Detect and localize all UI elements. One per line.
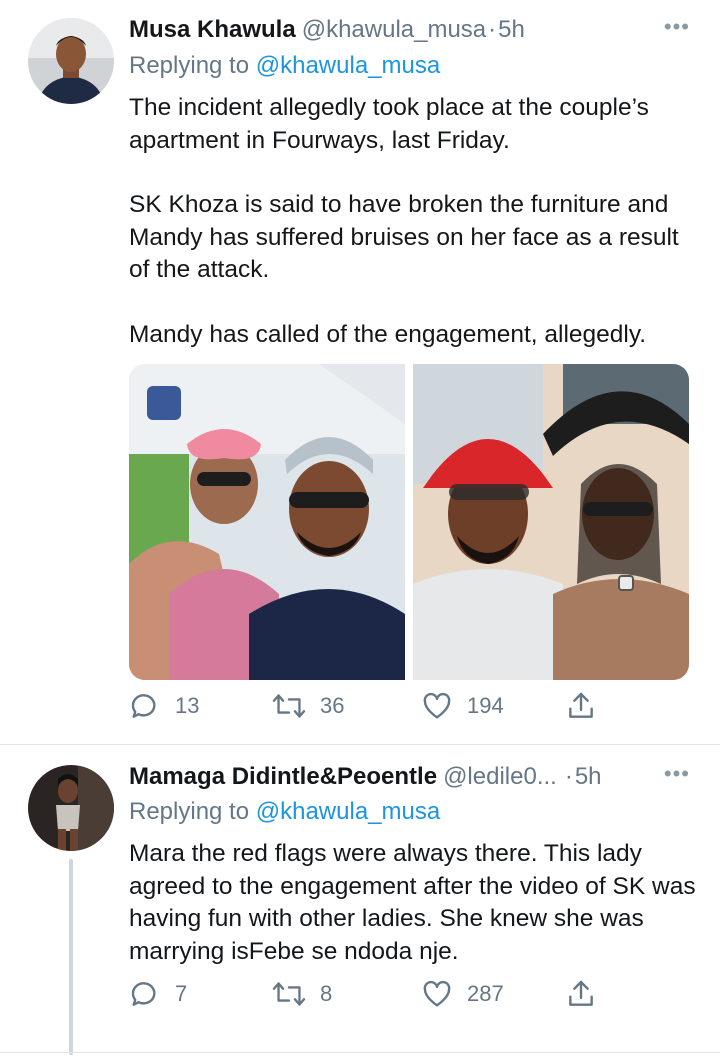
retweet-button[interactable]: 8 <box>272 978 332 1010</box>
replying-to-link[interactable]: @khawula_musa <box>256 52 440 79</box>
tweet[interactable]: Mamaga Didintle&Peoentle @ledile0... · 5… <box>0 745 720 1064</box>
tweet-paragraph: Mara the red flags were always there. Th… <box>129 840 696 965</box>
like-button[interactable]: 194 <box>421 690 504 722</box>
timestamp[interactable]: 5h <box>575 761 602 793</box>
avatar[interactable] <box>28 765 114 851</box>
tweet-header: Mamaga Didintle&Peoentle @ledile0... · 5… <box>129 761 602 793</box>
like-count: 194 <box>467 693 504 718</box>
reply-icon <box>129 978 161 1010</box>
retweet-button[interactable]: 36 <box>272 690 344 722</box>
reply-button[interactable]: 13 <box>129 690 199 722</box>
replying-to-label: Replying to <box>129 52 250 79</box>
tweet-divider <box>0 1052 720 1053</box>
like-button[interactable]: 287 <box>421 978 504 1010</box>
reply-count: 13 <box>175 693 200 718</box>
tweet-actions: 13 36 194 <box>129 690 609 730</box>
retweet-icon <box>272 690 306 722</box>
replying-to: Replying to @khawula_musa <box>129 796 440 828</box>
tweet[interactable]: Musa Khawula @khawula_musa · 5h ••• Repl… <box>0 0 720 744</box>
more-options-icon[interactable]: ••• <box>664 761 690 787</box>
tweet-paragraph: The incident allegedly took place at the… <box>129 94 649 154</box>
tweet-text: Mara the red flags were always there. Th… <box>129 838 699 968</box>
thread-line <box>69 859 73 1055</box>
more-options-icon[interactable]: ••• <box>664 14 690 40</box>
replying-to-link[interactable]: @khawula_musa <box>256 798 440 825</box>
tweet-paragraph: SK Khoza is said to have broken the furn… <box>129 191 679 283</box>
user-handle[interactable]: @ledile0... <box>443 761 557 793</box>
reply-button[interactable]: 7 <box>129 978 187 1010</box>
replying-to-label: Replying to <box>129 798 250 825</box>
replying-to: Replying to @khawula_musa <box>129 50 440 82</box>
reply-count: 7 <box>175 981 188 1006</box>
user-handle[interactable]: @khawula_musa <box>302 14 486 46</box>
share-button[interactable] <box>565 978 597 1010</box>
media-photo[interactable] <box>413 364 689 680</box>
separator-dot: · <box>488 16 497 43</box>
tweet-header: Musa Khawula @khawula_musa · 5h <box>129 14 525 46</box>
separator-dot: · <box>564 763 573 790</box>
reply-icon <box>129 690 161 722</box>
like-count: 287 <box>467 981 504 1006</box>
heart-icon <box>421 978 453 1010</box>
timestamp[interactable]: 5h <box>498 14 525 46</box>
avatar[interactable] <box>28 18 114 104</box>
retweet-count: 8 <box>320 981 333 1006</box>
tweet-paragraph: Mandy has called of the engagement, alle… <box>129 320 647 348</box>
media-photo[interactable] <box>129 364 405 680</box>
retweet-count: 36 <box>320 693 345 718</box>
media-grid <box>129 364 689 680</box>
heart-icon <box>421 690 453 722</box>
share-button[interactable] <box>565 690 597 722</box>
display-name[interactable]: Musa Khawula <box>129 14 296 46</box>
share-icon <box>565 690 597 722</box>
share-icon <box>565 978 597 1010</box>
retweet-icon <box>272 978 306 1010</box>
tweet-text: The incident allegedly took place at the… <box>129 92 699 351</box>
tweet-actions: 7 8 287 <box>129 978 609 1018</box>
display-name[interactable]: Mamaga Didintle&Peoentle <box>129 761 437 793</box>
